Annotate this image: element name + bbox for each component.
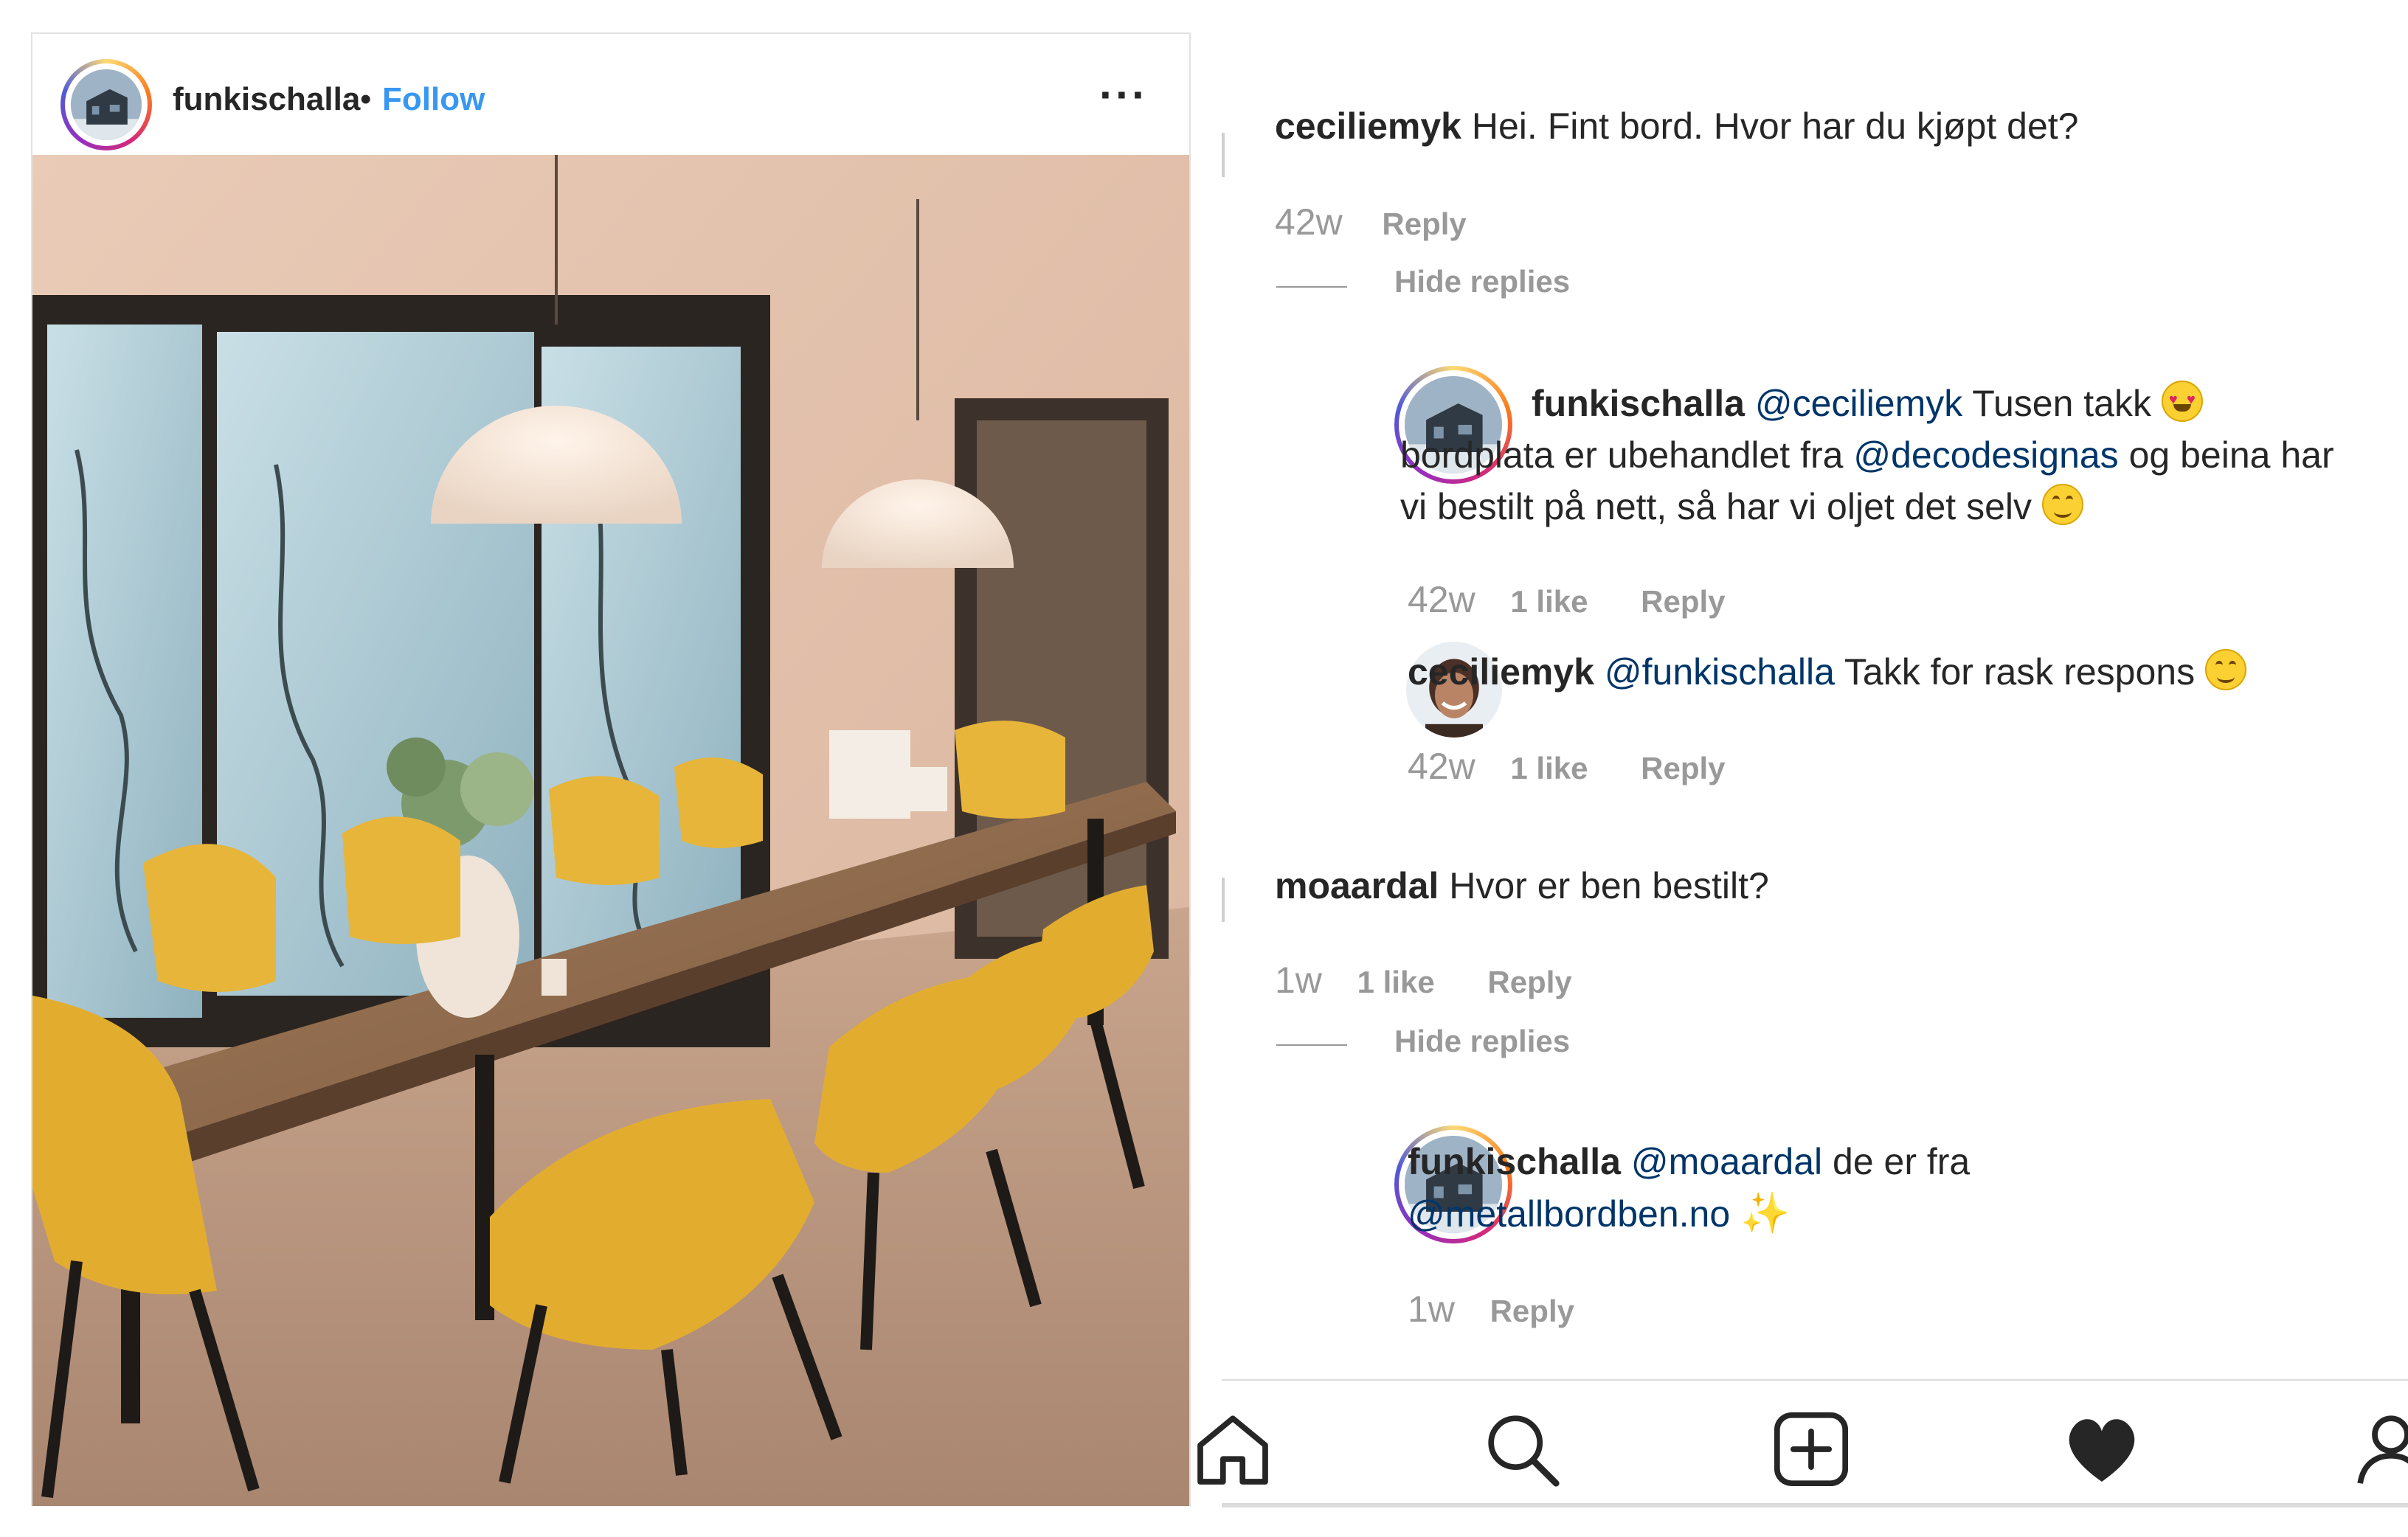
separator-dot: • xyxy=(360,81,372,117)
comment-age: 42w xyxy=(1408,746,1475,787)
comment-age: 1w xyxy=(1275,960,1322,1001)
comment-body: Tusen takk xyxy=(1972,383,2151,424)
comment-body: bordplata er ubehandlet fra xyxy=(1400,434,1844,476)
comment-username[interactable]: ceciliemyk xyxy=(1275,105,1461,147)
smiling-emoji-icon xyxy=(2041,484,2083,525)
comment-age: 42w xyxy=(1275,201,1343,243)
bottom-nav-bar xyxy=(1197,1379,2408,1507)
mention-link[interactable]: @metallbordben.no xyxy=(1408,1193,1730,1235)
mention-link[interactable]: @ceciliemyk xyxy=(1755,383,1962,424)
comment-username[interactable]: funkischalla xyxy=(1408,1141,1621,1182)
reply-button[interactable]: Reply xyxy=(1487,965,1571,999)
comment-5-meta: 1w Reply xyxy=(1408,1288,1574,1330)
comment-body: Hvor er ben bestilt? xyxy=(1449,865,1769,906)
comment-2-meta: 42w 1 like Reply xyxy=(1408,578,1726,621)
comment-body: de er fra xyxy=(1833,1141,1971,1182)
likes-count[interactable]: 1 like xyxy=(1510,584,1588,619)
comment-body: Takk for rask respons xyxy=(1844,651,2196,693)
comment-username[interactable]: funkischalla xyxy=(1532,383,1745,424)
dining-room-image xyxy=(32,155,1189,1506)
post-photo[interactable] xyxy=(32,155,1189,1506)
reply-button[interactable]: Reply xyxy=(1382,207,1466,241)
sparkles-emoji-icon: ✨ xyxy=(1740,1191,1791,1235)
likes-count[interactable]: 1 like xyxy=(1357,965,1435,999)
post-card: funkischalla • Follow ··· xyxy=(31,32,1191,1506)
house-avatar-image xyxy=(71,69,142,140)
smiling-emoji-icon xyxy=(2204,649,2246,690)
comment-3: ceciliemyk @funkischalla Takk for rask r… xyxy=(1408,646,2367,698)
comment-body: Hei. Fint bord. Hvor har du kjøpt det? xyxy=(1471,105,2079,147)
mention-link[interactable]: @moaardal xyxy=(1631,1141,1822,1182)
reply-button[interactable]: Reply xyxy=(1641,751,1725,785)
hide-replies-button[interactable]: Hide replies xyxy=(1394,264,1570,299)
comment-4: moaardal Hvor er ben bestilt? xyxy=(1275,860,2263,912)
scroll-edge xyxy=(1222,878,1225,922)
comment-4-meta: 1w 1 like Reply xyxy=(1275,959,1572,1002)
home-icon[interactable] xyxy=(1192,1409,1273,1490)
reply-button[interactable]: Reply xyxy=(1641,584,1725,619)
more-options-icon[interactable]: ··· xyxy=(1099,69,1148,120)
replies-divider xyxy=(1276,286,1347,288)
add-post-icon[interactable] xyxy=(1771,1409,1852,1490)
mention-link[interactable]: @decodesignas xyxy=(1853,434,2118,476)
search-icon[interactable] xyxy=(1481,1409,1563,1490)
mention-link[interactable]: @funkischalla xyxy=(1605,651,1835,693)
scroll-edge xyxy=(1222,133,1225,177)
post-header: funkischalla • Follow ··· xyxy=(32,34,1189,155)
comments-panel: ceciliemyk Hei. Fint bord. Hvor har du k… xyxy=(1197,0,2408,1537)
post-username[interactable]: funkischalla xyxy=(173,81,360,118)
hide-replies-button[interactable]: Hide replies xyxy=(1394,1024,1570,1059)
follow-button[interactable]: Follow xyxy=(382,81,485,118)
comment-age: 42w xyxy=(1408,579,1475,620)
comment-username[interactable]: moaardal xyxy=(1275,865,1439,906)
likes-count[interactable]: 1 like xyxy=(1510,751,1588,785)
comment-3-meta: 42w 1 like Reply xyxy=(1408,745,1726,788)
comment-age: 1w xyxy=(1408,1288,1455,1330)
comment-1-meta: 42w Reply xyxy=(1275,201,1467,243)
comment-5: funkischalla @moaardal de er fra @metall… xyxy=(1408,1136,2072,1240)
comment-2: funkischalla @ceciliemyk Tusen takk ♥ ♥ b… xyxy=(1400,378,2359,532)
post-avatar[interactable] xyxy=(60,59,152,150)
profile-icon[interactable] xyxy=(2350,1409,2408,1490)
comment-username[interactable]: ceciliemyk xyxy=(1408,651,1594,693)
reply-button[interactable]: Reply xyxy=(1490,1294,1574,1328)
heart-eyes-emoji-icon: ♥ ♥ xyxy=(2161,381,2203,422)
replies-divider xyxy=(1276,1044,1347,1046)
activity-heart-icon[interactable] xyxy=(2061,1409,2142,1490)
comment-1: ceciliemyk Hei. Fint bord. Hvor har du k… xyxy=(1275,100,2263,152)
